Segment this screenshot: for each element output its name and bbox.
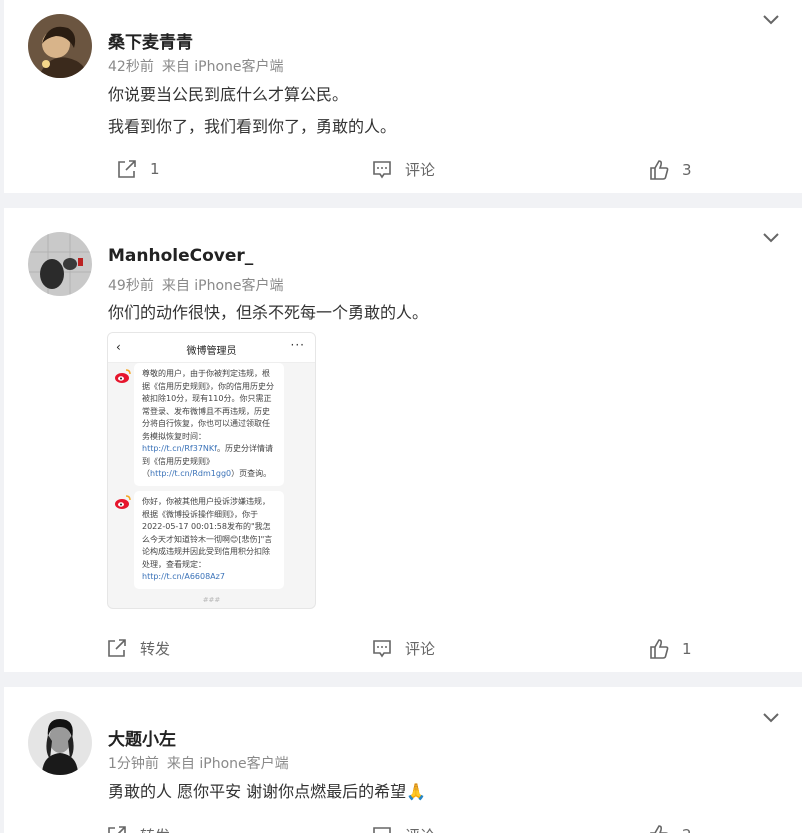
avatar[interactable]	[28, 232, 92, 296]
comment-icon	[373, 161, 391, 179]
post-source: 来自 iPhone客户端	[166, 756, 289, 772]
comment-button[interactable]: 评论	[371, 823, 435, 833]
share-icon	[108, 639, 126, 657]
comment-label: 评论	[405, 160, 436, 179]
post-source: 来自 iPhone客户端	[161, 59, 284, 75]
post-card: ManholeCover_ 49秒前 来自 iPhone客户端 你们的动作很快，但…	[4, 208, 802, 672]
post-text-line: 你们的动作很快，但杀不死每一个勇敢的人。	[108, 303, 429, 322]
chevron-down-icon[interactable]	[760, 706, 782, 728]
post-meta: 42秒前 来自 iPhone客户端	[108, 56, 292, 76]
chevron-down-icon[interactable]	[760, 8, 782, 30]
repost-label: 转发	[140, 825, 170, 833]
message-text: 你好，你被其他用户投诉涉嫌违规，根据《微博投诉操作细则》，你于2022-05-1…	[142, 497, 273, 569]
repost-count: 1	[150, 160, 160, 178]
thumbs-up-icon	[650, 160, 669, 180]
weibo-logo-icon	[115, 369, 131, 383]
comment-label: 评论	[405, 825, 435, 833]
post-text-line: 勇敢的人 愿你平安 谢谢你点燃最后的希望🙏	[108, 782, 427, 801]
timestamp[interactable]: 1分钟前	[108, 756, 159, 772]
image-header: ‹ 微博管理员 ···	[108, 333, 315, 363]
message-link: http://t.cn/Rf37NKf	[142, 444, 217, 453]
message-text: ）页查询。	[231, 469, 272, 478]
comment-icon	[373, 640, 391, 658]
repost-label: 转发	[140, 639, 171, 658]
image-title: 微博管理员	[186, 346, 237, 357]
thumbs-up-icon	[650, 825, 668, 833]
attached-image[interactable]: ‹ 微博管理员 ··· 尊敬的用户，由于你被判定违规，根据《信用历史规则》，你的…	[107, 332, 316, 609]
more-dots-icon: ···	[290, 338, 305, 352]
like-count: 3	[682, 161, 692, 179]
thumbs-up-icon	[650, 639, 669, 659]
share-icon	[118, 160, 136, 178]
share-icon	[108, 826, 126, 833]
chevron-down-icon[interactable]	[760, 226, 782, 248]
avatar[interactable]	[28, 711, 92, 775]
message-text: 尊敬的用户，由于你被判定违规，根据《信用历史规则》，你的信用历史分被扣除10分，…	[142, 369, 274, 441]
comment-icon	[373, 827, 391, 833]
post-card: 桑下麦青青 42秒前 来自 iPhone客户端 你说要当公民到底什么才算公民。 我…	[4, 0, 802, 193]
timestamp[interactable]: 42秒前	[108, 59, 154, 75]
post-source: 来自 iPhone客户端	[161, 278, 284, 294]
like-button[interactable]: 1	[648, 637, 692, 661]
repost-button[interactable]: 转发	[106, 636, 170, 660]
username[interactable]: ManholeCover_	[108, 246, 253, 266]
username[interactable]: 桑下麦青青	[108, 28, 193, 53]
post-meta: 1分钟前 来自 iPhone客户端	[108, 753, 297, 773]
repost-button[interactable]: 1	[116, 157, 160, 181]
post-meta: 49秒前 来自 iPhone客户端	[108, 275, 292, 295]
weibo-logo-icon	[115, 495, 131, 509]
message-link: http://t.cn/A6608Az7	[142, 572, 225, 581]
message-link: http://t.cn/Rdm1gg0	[150, 469, 232, 478]
post-card: 大题小左 1分钟前 来自 iPhone客户端 勇敢的人 愿你平安 谢谢你点燃最后的…	[4, 687, 802, 833]
comment-button[interactable]: 评论	[371, 157, 435, 181]
comment-button[interactable]: 评论	[371, 636, 435, 660]
like-button[interactable]: 2	[648, 823, 692, 833]
timestamp[interactable]: 49秒前	[108, 278, 154, 294]
image-footer: ###	[202, 596, 221, 604]
avatar[interactable]	[28, 14, 92, 78]
comment-label: 评论	[405, 639, 436, 658]
like-count: 2	[682, 826, 692, 833]
message-bubble: 你好，你被其他用户投诉涉嫌违规，根据《微博投诉操作细则》，你于2022-05-1…	[134, 491, 284, 589]
like-button[interactable]: 3	[648, 158, 692, 182]
post-text-line: 我看到你了，我们看到你了，勇敢的人。	[108, 117, 397, 136]
post-text-line: 你说要当公民到底什么才算公民。	[108, 85, 349, 104]
like-count: 1	[682, 640, 692, 658]
username[interactable]: 大题小左	[108, 725, 176, 750]
repost-button[interactable]: 转发	[106, 823, 170, 833]
message-bubble: 尊敬的用户，由于你被判定违规，根据《信用历史规则》，你的信用历史分被扣除10分，…	[134, 363, 284, 486]
